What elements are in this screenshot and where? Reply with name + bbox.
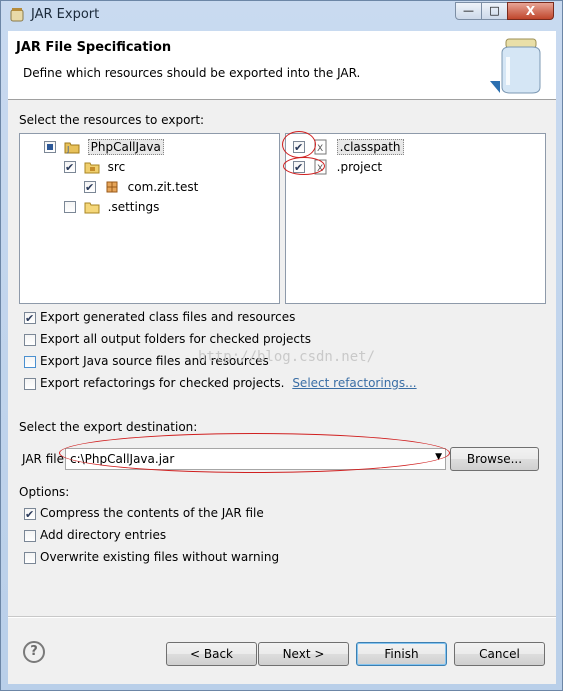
tree-label-settings: .settings (107, 199, 160, 214)
checkbox-export-source-files[interactable] (24, 355, 36, 368)
annotation-circle-classpath (282, 131, 316, 158)
banner-description: Define which resources should be exporte… (23, 66, 361, 80)
tree-item-settings[interactable]: .settings (64, 197, 159, 215)
option-compress[interactable]: Compress the contents of the JAR file (24, 504, 264, 524)
option-directory-entries[interactable]: Add directory entries (24, 526, 166, 544)
tree-checkbox-src[interactable] (64, 159, 76, 177)
resources-label: Select the resources to export: (19, 113, 205, 127)
cancel-button[interactable]: Cancel (454, 642, 545, 666)
label-export-class-files: Export generated class files and resourc… (40, 310, 296, 324)
wizard-banner: JAR File Specification Define which reso… (8, 31, 556, 100)
close-button[interactable]: X (507, 2, 554, 20)
minimize-icon: — (463, 4, 474, 17)
label-export-output-folders: Export all output folders for checked pr… (40, 332, 311, 346)
label-compress: Compress the contents of the JAR file (40, 506, 264, 520)
checkbox-export-class-files[interactable] (24, 310, 36, 328)
tree-label-package: com.zit.test (127, 179, 199, 194)
tree-item-package[interactable]: com.zit.test (84, 177, 199, 197)
browse-button[interactable]: Browse... (450, 447, 539, 471)
maximize-button[interactable]: □ (481, 2, 508, 20)
next-button[interactable]: Next > (258, 642, 349, 666)
tree-label-src: src (107, 159, 126, 174)
package-icon (106, 181, 118, 192)
minimize-button[interactable]: — (455, 2, 482, 20)
annotation-ellipse-jar-file (59, 433, 450, 473)
svg-text:J: J (66, 145, 69, 154)
checkbox-overwrite[interactable] (24, 551, 36, 564)
tree-item-src[interactable]: src (64, 157, 126, 177)
checkbox-compress[interactable] (24, 506, 36, 524)
file-label-project: .project (336, 159, 383, 174)
folder-icon (84, 202, 100, 213)
watermark-text: http://blog.csdn.net/ (198, 349, 376, 365)
svg-text:X: X (317, 144, 323, 154)
window-title: JAR Export (31, 7, 100, 22)
tree-item-phpcalljava[interactable]: J PhpCallJava (44, 137, 164, 155)
jar-export-window: JAR Export — □ X JAR File Specification … (0, 0, 563, 691)
select-refactorings-link[interactable]: Select refactorings... (292, 376, 416, 390)
option-export-class-files[interactable]: Export generated class files and resourc… (24, 308, 296, 328)
label-directory-entries: Add directory entries (40, 528, 167, 542)
tree-checkbox-package[interactable] (84, 179, 96, 197)
option-overwrite[interactable]: Overwrite existing files without warning (24, 548, 279, 566)
back-button[interactable]: < Back (166, 642, 257, 666)
jar-export-app-icon (10, 8, 24, 22)
options-label: Options: (19, 485, 70, 499)
java-project-icon: J (64, 142, 80, 154)
dialog-client: JAR File Specification Define which reso… (8, 31, 556, 684)
label-overwrite: Overwrite existing files without warning (40, 550, 280, 564)
resource-file-list[interactable]: X .classpath X .project (285, 133, 546, 304)
checkbox-export-refactorings[interactable] (24, 377, 36, 390)
option-export-refactorings[interactable]: Export refactorings for checked projects… (24, 374, 417, 392)
maximize-icon: □ (489, 4, 500, 17)
option-export-output-folders[interactable]: Export all output folders for checked pr… (24, 330, 311, 348)
label-export-refactorings: Export refactorings for checked projects… (40, 376, 285, 390)
source-folder-icon (84, 162, 100, 173)
checkbox-directory-entries[interactable] (24, 529, 36, 542)
tree-checkbox-settings[interactable] (64, 200, 76, 213)
export-destination-label: Select the export destination: (19, 420, 198, 434)
checkbox-export-output-folders[interactable] (24, 333, 36, 346)
finish-button[interactable]: Finish (356, 642, 447, 666)
banner-title: JAR File Specification (16, 40, 172, 55)
footer-separator (8, 616, 556, 618)
file-label-classpath: .classpath (336, 138, 404, 155)
tree-checkbox-phpcalljava[interactable] (44, 140, 56, 153)
jar-icon (490, 38, 541, 94)
title-bar[interactable]: JAR Export — □ X (1, 1, 562, 29)
tree-label-phpcalljava: PhpCallJava (87, 138, 164, 155)
help-icon[interactable]: ? (23, 641, 45, 663)
resource-tree[interactable]: J PhpCallJava src com.zit.test .settings (19, 133, 280, 304)
close-icon: X (525, 4, 536, 18)
annotation-circle-project (283, 157, 325, 175)
